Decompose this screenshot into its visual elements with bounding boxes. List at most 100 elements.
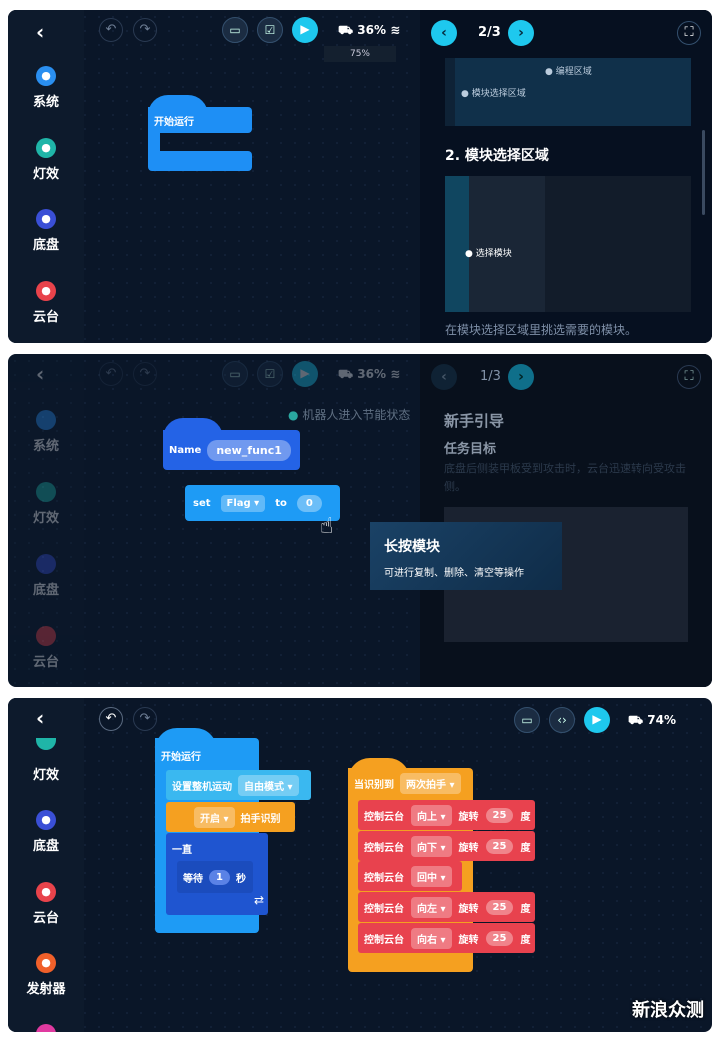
loop-label: 一直	[172, 845, 192, 856]
set-motion-block[interactable]: 设置整机运动 自由模式 ▾	[166, 770, 311, 800]
scrollbar[interactable]	[702, 130, 705, 215]
direction-dropdown[interactable]: 向上 ▾	[411, 804, 452, 826]
sidebar-item-light[interactable]: 灯效	[8, 764, 84, 783]
unit-label: 度	[520, 934, 531, 946]
gimbal-control-block[interactable]: 控制云台 回中 ▾	[358, 861, 462, 891]
next-page-button[interactable]: ›	[508, 20, 534, 46]
mode-dropdown[interactable]: 自由模式 ▾	[238, 774, 299, 796]
rotate-label: 旋转	[458, 934, 479, 946]
back-chevron-icon[interactable]: ‹	[36, 20, 44, 44]
sidebar: ‹ ● 系统 ● 灯效 ● 底盘 ● 云台	[8, 10, 84, 343]
sidebar-item-gimbal[interactable]: ● 云台	[8, 281, 84, 325]
trigger-dropdown[interactable]: 两次拍手 ▾	[400, 772, 461, 794]
play-button[interactable]: ▶	[584, 707, 610, 733]
wait-input[interactable]: 1	[209, 869, 230, 885]
clap-detect-block[interactable]: 开启 ▾ 拍手识别	[166, 802, 295, 832]
light-icon: ●	[36, 138, 56, 158]
sidebar-item-system[interactable]: 系统	[8, 410, 84, 454]
checklist-button[interactable]: ☑	[257, 361, 283, 387]
angle-input[interactable]: 25	[485, 838, 514, 854]
undo-button[interactable]: ↶	[99, 707, 123, 731]
gimbal-icon: ●	[36, 281, 56, 301]
signal-icon: ≋	[390, 23, 401, 37]
battery-status: ⛟ 36% ≋	[338, 23, 401, 37]
page-indicator: 2/3	[478, 25, 501, 40]
label-select: ● 选择模块	[465, 249, 512, 259]
sidebar-item-chassis[interactable]: ● 底盘	[8, 209, 84, 253]
sidebar-item-launcher[interactable]: ● 发射器	[8, 953, 84, 997]
redo-button[interactable]: ↷	[133, 18, 157, 42]
gimbal-control-block[interactable]: 控制云台 向上 ▾ 旋转 25 度	[358, 800, 535, 830]
back-chevron-icon[interactable]: ‹	[36, 362, 44, 386]
play-button[interactable]: ▶	[292, 361, 318, 387]
angle-input[interactable]: 25	[485, 930, 514, 946]
gimbal-control-block[interactable]: 控制云台 向左 ▾ 旋转 25 度	[358, 892, 535, 922]
guide-panel: ‹ 1/3 › ⛶ 新手引导 任务目标 底盘后侧装甲板受到攻击时，云台迅速转向受…	[420, 354, 712, 687]
label: 控制云台	[364, 934, 404, 946]
sidebar-item-chassis[interactable]: 底盘	[8, 554, 84, 598]
checklist-button[interactable]: ☑	[257, 17, 283, 43]
variable-dropdown[interactable]: Flag ▾	[220, 494, 266, 512]
label: 云台	[32, 310, 59, 325]
monitor-button[interactable]: ▭	[222, 361, 248, 387]
robot-icon: ⛟	[338, 23, 354, 37]
set-variable-block[interactable]: set Flag ▾ to 0	[185, 485, 340, 521]
fullscreen-icon[interactable]: ⛶	[677, 365, 701, 389]
guide-subtitle: 任务目标	[444, 442, 497, 457]
sidebar-item-system[interactable]: ● 系统	[8, 66, 84, 110]
chassis-icon	[36, 554, 56, 574]
angle-input[interactable]: 25	[485, 807, 514, 823]
rotate-label: 旋转	[458, 842, 479, 854]
start-block[interactable]: 开始运行	[148, 95, 252, 171]
redo-button[interactable]: ↷	[133, 707, 157, 731]
prev-page-button[interactable]: ‹	[431, 364, 457, 390]
gimbal-control-block[interactable]: 控制云台 向右 ▾ 旋转 25 度	[358, 923, 535, 953]
angle-input[interactable]: 25	[485, 899, 514, 915]
light-icon	[36, 482, 56, 502]
screen-program-editor: ‹ 灯效 ● 底盘 ● 云台 ● 发射器 ↶ ↷ ▭ ‹› ▶ ⛟ 74% 开始运行 …	[8, 698, 712, 1032]
sidebar-item-gimbal[interactable]: ● 云台	[8, 882, 84, 926]
toggle-dropdown[interactable]: 开启 ▾	[194, 806, 235, 828]
label-module: ● 模块选择区域	[461, 89, 526, 99]
label: 灯效	[32, 167, 59, 182]
launcher-icon: ●	[36, 953, 56, 973]
code-view-button[interactable]: ‹›	[549, 707, 575, 733]
unit-label: 度	[520, 842, 531, 854]
direction-dropdown[interactable]: 向左 ▾	[411, 896, 452, 918]
sidebar-item-chassis[interactable]: ● 底盘	[8, 810, 84, 854]
sidebar-item-gimbal[interactable]: 云台	[8, 626, 84, 670]
define-function-block[interactable]: Name new_func1	[163, 418, 300, 470]
label-prog: ● 编程区域	[545, 67, 592, 77]
monitor-button[interactable]: ▭	[222, 17, 248, 43]
undo-button[interactable]: ↶	[99, 362, 123, 386]
redo-button[interactable]: ↷	[133, 362, 157, 386]
value-input[interactable]: 0	[296, 494, 322, 512]
forever-loop-block[interactable]: 一直 等待 1 秒 ⇄	[166, 833, 268, 915]
loop-icon: ⇄	[254, 893, 265, 907]
prev-page-button[interactable]: ‹	[431, 20, 457, 46]
direction-dropdown[interactable]: 回中 ▾	[411, 865, 452, 887]
rotate-label: 旋转	[458, 811, 479, 823]
gimbal-icon	[36, 626, 56, 646]
undo-button[interactable]: ↶	[99, 18, 123, 42]
function-name-input[interactable]: new_func1	[207, 439, 291, 461]
play-button[interactable]: ▶	[292, 17, 318, 43]
back-chevron-icon[interactable]: ‹	[36, 706, 44, 730]
label: 底盘	[32, 238, 59, 253]
direction-dropdown[interactable]: 向下 ▾	[411, 835, 452, 857]
next-page-button[interactable]: ›	[508, 364, 534, 390]
fullscreen-icon[interactable]: ⛶	[677, 21, 701, 45]
direction-dropdown[interactable]: 向右 ▾	[411, 927, 452, 949]
gimbal-icon: ●	[36, 882, 56, 902]
sidebar-item-light[interactable]: ● 灯效	[8, 138, 84, 182]
chassis-icon: ●	[36, 810, 56, 830]
guide-panel: ‹ 2/3 › ⛶ ● 编程区域 ● 模块选择区域 2. 模块选择区域 ● 选择…	[420, 10, 712, 343]
system-icon	[36, 410, 56, 430]
unit-label: 度	[520, 811, 531, 823]
chassis-icon: ●	[36, 209, 56, 229]
battery-status: ⛟ 74%	[628, 713, 677, 727]
wait-block[interactable]: 等待 1 秒	[177, 861, 253, 893]
sidebar-item-light[interactable]: 灯效	[8, 482, 84, 526]
monitor-button[interactable]: ▭	[514, 707, 540, 733]
gimbal-control-block[interactable]: 控制云台 向下 ▾ 旋转 25 度	[358, 831, 535, 861]
